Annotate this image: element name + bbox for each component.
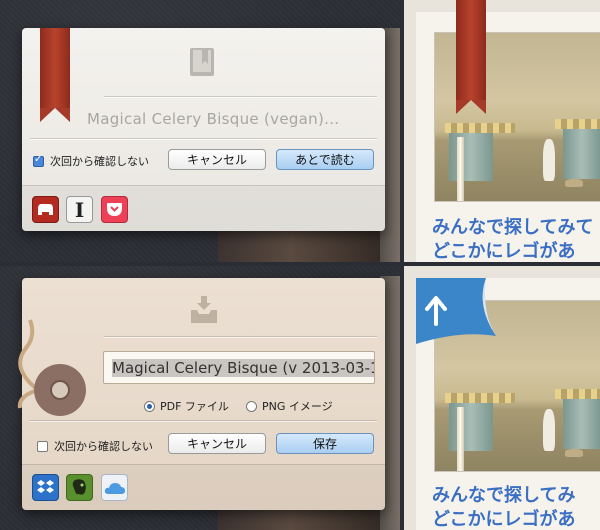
article-card: みんなで探してみ どこかにレゴがあ xyxy=(416,278,600,530)
awning xyxy=(555,389,600,399)
dog xyxy=(565,449,583,457)
doorway xyxy=(449,133,493,181)
icloud-icon[interactable] xyxy=(101,474,128,501)
doorway xyxy=(449,403,493,451)
tag-string-icon xyxy=(17,319,86,416)
divider xyxy=(104,336,377,338)
checkbox-label: 次回から確認しない xyxy=(54,440,153,453)
checkbox-box[interactable] xyxy=(33,154,44,167)
awning xyxy=(555,119,600,129)
radio-label: PDF ファイル xyxy=(160,400,229,413)
filename-value: Magical Celery Bisque (v 2013-03-1 xyxy=(112,358,374,377)
readability-icon[interactable] xyxy=(32,196,59,223)
divider xyxy=(104,96,377,98)
dog xyxy=(565,179,583,187)
read-later-button[interactable]: あとで読む xyxy=(276,149,374,170)
radio-button[interactable] xyxy=(246,400,257,412)
save-dialog: Magical Celery Bisque (v 2013-03-1 PDF フ… xyxy=(17,278,385,510)
cancel-button[interactable]: キャンセル xyxy=(168,433,266,454)
bookmark-ribbon xyxy=(456,0,486,114)
dont-ask-again-checkbox[interactable]: 次回から確認しない xyxy=(33,153,149,169)
format-pdf-radio[interactable]: PDF ファイル xyxy=(144,398,229,414)
person xyxy=(543,139,555,181)
checkbox-box[interactable] xyxy=(37,440,48,452)
evernote-icon[interactable] xyxy=(66,474,93,501)
awning xyxy=(445,393,515,403)
divider xyxy=(30,138,377,140)
bookmark-ribbon xyxy=(40,28,70,122)
filename-input[interactable]: Magical Celery Bisque (v 2013-03-1 xyxy=(103,351,375,384)
tree xyxy=(457,407,464,471)
save-button[interactable]: 保存 xyxy=(276,433,374,454)
checkbox-label: 次回から確認しない xyxy=(50,155,149,168)
tree xyxy=(457,137,464,201)
article-heading-line1: みんなで探してみ xyxy=(432,485,576,506)
doorway xyxy=(563,129,600,179)
article-card: みんなで探してみて どこかにレゴがあ xyxy=(416,0,600,262)
format-png-radio[interactable]: PNG イメージ xyxy=(246,398,333,414)
service-bar xyxy=(22,464,385,510)
awning xyxy=(445,123,515,133)
radio-button[interactable] xyxy=(144,400,155,412)
pocket-icon[interactable] xyxy=(101,196,128,223)
service-bar: I xyxy=(22,185,385,231)
article-heading-line1: みんなで探してみて xyxy=(432,217,594,238)
dont-ask-again-checkbox[interactable]: 次回から確認しない xyxy=(37,438,153,454)
article-title: Magical Celery Bisque (vegan)... xyxy=(87,110,340,128)
download-tray-icon xyxy=(191,296,217,323)
background-photo xyxy=(218,510,400,530)
divider xyxy=(30,420,377,422)
article-preview-bottom: みんなで探してみ どこかにレゴがあ xyxy=(404,266,600,530)
cancel-button[interactable]: キャンセル xyxy=(168,149,266,170)
article-preview-top: みんなで探してみて どこかにレゴがあ xyxy=(404,0,600,262)
article-heading-line2: どこかにレゴがあ xyxy=(432,509,576,530)
book-icon xyxy=(190,48,214,76)
dropbox-icon[interactable] xyxy=(32,474,59,501)
instapaper-icon[interactable]: I xyxy=(66,196,93,223)
doorway xyxy=(563,399,600,449)
person xyxy=(543,409,555,451)
article-heading-line2: どこかにレゴがあ xyxy=(432,241,576,262)
background-photo xyxy=(218,230,400,262)
share-corner-icon[interactable] xyxy=(416,278,502,358)
radio-label: PNG イメージ xyxy=(262,400,333,413)
read-later-dialog: Magical Celery Bisque (vegan)... 次回から確認し… xyxy=(22,28,385,231)
